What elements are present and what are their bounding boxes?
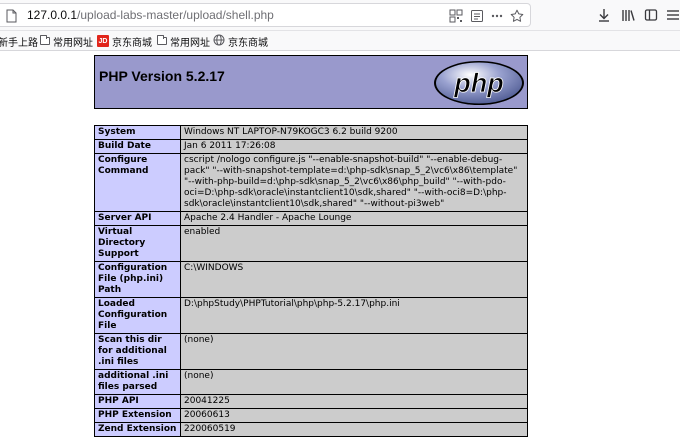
- row-value: D:\phpStudy\PHPTutorial\php\php-5.2.17\p…: [180, 297, 528, 334]
- row-key: Configuration File (php.ini) Path: [94, 261, 181, 298]
- page-title: PHP Version 5.2.17: [99, 68, 225, 84]
- row-value: enabled: [180, 225, 528, 262]
- bookmark-label: 新手上路: [0, 37, 38, 49]
- url-path: /upload-labs-master/upload/shell.php: [77, 8, 274, 22]
- row-key: PHP API: [94, 394, 181, 409]
- folder-icon: [157, 35, 167, 45]
- row-value: Apache 2.4 Handler - Apache Lounge: [180, 211, 528, 226]
- table-row: Loaded Configuration File D:\phpStudy\PHP…: [94, 297, 528, 334]
- row-value: cscript /nologo configure.js "--enable-s…: [180, 153, 528, 212]
- bookmark-label: 京东商城: [228, 37, 268, 49]
- row-key: Build Date: [94, 139, 181, 154]
- row-value: (none): [180, 369, 528, 395]
- php-logo: php: [433, 60, 525, 110]
- row-value: Jan 6 2011 17:26:08: [180, 139, 528, 154]
- bookmark-item-4[interactable]: 京东商城: [213, 34, 268, 49]
- table-row: Scan this dir for additional .ini files(…: [94, 333, 528, 370]
- table-row: PHP API 20041225: [94, 394, 528, 409]
- download-icon[interactable]: [597, 7, 611, 26]
- url-bar[interactable]: 127.0.0.1/upload-labs-master/upload/shel…: [0, 3, 531, 27]
- row-key: additional .ini files parsed: [94, 369, 181, 395]
- bookmark-folder-1[interactable]: 常用网址: [40, 34, 93, 49]
- bookmark-label: 常用网址: [53, 37, 93, 49]
- navigation-toolbar: 127.0.0.1/upload-labs-master/upload/shel…: [0, 0, 680, 31]
- table-row: Server API Apache 2.4 Handler - Apache Lo…: [94, 211, 528, 226]
- page-info-icon[interactable]: [6, 8, 17, 27]
- row-value: C:\WINDOWS: [180, 261, 528, 298]
- sidebar-icon[interactable]: [644, 7, 658, 26]
- bookmark-folder-3[interactable]: 常用网址: [157, 34, 210, 49]
- row-key: Server API: [94, 211, 181, 226]
- table-row: Configure Command cscript /nologo configu…: [94, 153, 528, 212]
- table-row: PHP Extension 20060613: [94, 408, 528, 423]
- row-value: 20060613: [180, 408, 528, 423]
- table-row: Build Date Jan 6 2011 17:26:08: [94, 139, 528, 154]
- qr-code-icon[interactable]: [449, 8, 463, 27]
- bookmark-item-0[interactable]: 新手上路: [0, 34, 38, 49]
- menu-icon[interactable]: [666, 7, 680, 26]
- bookmark-item-2[interactable]: JD 京东商城: [97, 34, 152, 49]
- row-value: 20041225: [180, 394, 528, 409]
- table-row: Zend Extension 220060519: [94, 422, 528, 437]
- bookmark-star-icon[interactable]: [510, 8, 524, 27]
- php-version-header: PHP Version 5.2.17 php: [94, 55, 528, 109]
- url-text[interactable]: 127.0.0.1/upload-labs-master/upload/shel…: [27, 8, 274, 22]
- php-logo-text: php: [453, 68, 503, 98]
- table-row: Configuration File (php.ini) Path C:\WIND…: [94, 261, 528, 298]
- row-key: Loaded Configuration File: [94, 297, 181, 334]
- row-key: Configure Command: [94, 153, 181, 212]
- row-key: Virtual Directory Support: [94, 225, 181, 262]
- row-value: Windows NT LAPTOP-N79KOGC3 6.2 build 920…: [180, 125, 528, 140]
- page-actions-icon[interactable]: [490, 8, 504, 27]
- table-row: Virtual Directory Support enabled: [94, 225, 528, 262]
- bookmark-label: 常用网址: [170, 37, 210, 49]
- row-key: Zend Extension: [94, 422, 181, 437]
- row-key: System: [94, 125, 181, 140]
- table-row: System Windows NT LAPTOP-N79KOGC3 6.2 bui…: [94, 125, 528, 140]
- url-host: 127.0.0.1: [27, 8, 78, 22]
- globe-icon: [213, 34, 225, 49]
- info-table-body: System Windows NT LAPTOP-N79KOGC3 6.2 bui…: [94, 125, 528, 437]
- bookmark-label: 京东商城: [112, 37, 152, 49]
- folder-icon: [40, 35, 50, 45]
- jd-logo-icon: JD: [97, 35, 109, 47]
- php-info-table: System Windows NT LAPTOP-N79KOGC3 6.2 bui…: [94, 125, 528, 437]
- library-icon[interactable]: [621, 7, 635, 26]
- row-key: PHP Extension: [94, 408, 181, 423]
- table-row: additional .ini files parsed (none): [94, 369, 528, 395]
- row-value: (none): [180, 333, 528, 370]
- bookmarks-toolbar: 新手上路 常用网址 JD 京东商城 常用网址 京东商城: [0, 31, 680, 51]
- row-key: Scan this dir for additional .ini files: [94, 333, 181, 370]
- row-value: 220060519: [180, 422, 528, 437]
- reader-view-icon[interactable]: [470, 8, 484, 27]
